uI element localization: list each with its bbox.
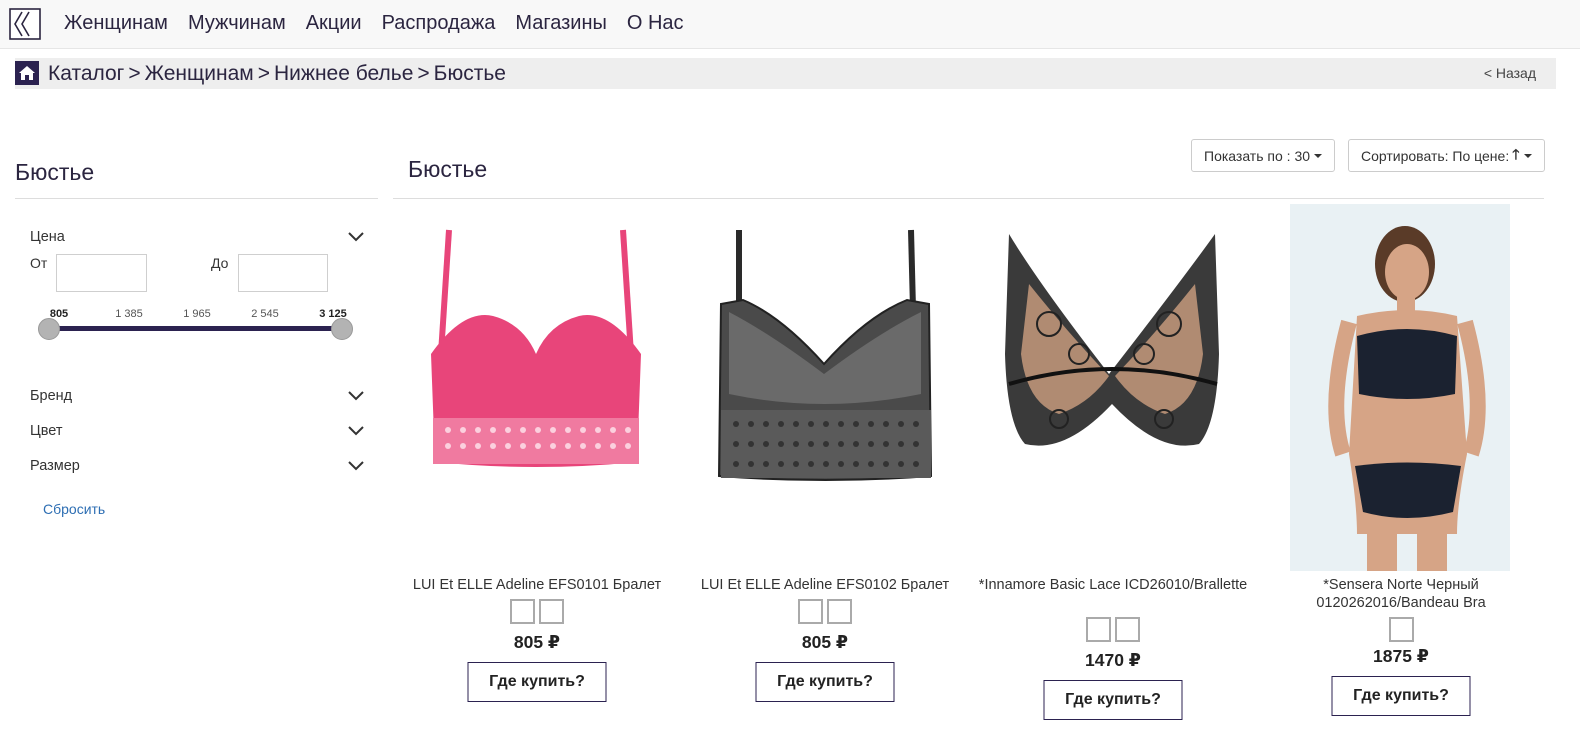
breadcrumb-underwear[interactable]: Нижнее белье — [274, 62, 413, 85]
chevron-down-icon — [348, 391, 364, 401]
where-to-buy-button[interactable]: Где купить? — [1043, 680, 1183, 720]
product-image[interactable] — [1257, 204, 1545, 572]
arrow-up-icon: 🡑 — [1512, 145, 1520, 162]
page-title: Бюстье — [408, 156, 488, 182]
chevron-down-icon — [348, 232, 364, 242]
breadcrumb-women[interactable]: Женщинам — [145, 62, 254, 85]
where-to-buy-button[interactable]: Где купить? — [467, 662, 607, 702]
product-price: 1470 ₽ — [1085, 650, 1141, 670]
breadcrumb-catalog[interactable]: Каталог — [48, 62, 124, 85]
filter-size-label: Размер — [30, 458, 80, 474]
breadcrumb-separator: > — [128, 62, 141, 85]
sort-dropdown[interactable]: Сортировать: По цене: 🡑 — [1348, 139, 1545, 172]
nav-item-stores[interactable]: Магазины — [515, 10, 607, 36]
filter-brand-header[interactable]: Бренд — [30, 388, 364, 404]
per-page-dropdown[interactable]: Показать по : 30 — [1191, 139, 1336, 172]
breadcrumb-separator: > — [417, 62, 430, 85]
brand-logo-icon[interactable] — [9, 8, 41, 40]
breadcrumb-trail: Каталог > Женщинам > Нижнее белье > Бюстье — [48, 61, 506, 87]
color-swatch[interactable] — [1115, 617, 1140, 642]
product-image[interactable] — [681, 204, 969, 572]
color-swatch[interactable] — [827, 599, 852, 624]
color-swatch[interactable] — [798, 599, 823, 624]
nav-item-about[interactable]: О Нас — [627, 10, 684, 36]
price-from-label: От — [30, 255, 48, 271]
product-image[interactable] — [969, 204, 1257, 572]
nav-menu: Женщинам Мужчинам Акции Распродажа Магаз… — [64, 10, 704, 36]
color-swatch[interactable] — [510, 599, 535, 624]
product-name[interactable]: LUI Et ELLE Adeline EFS0102 Бралет — [681, 576, 969, 594]
home-icon — [19, 66, 35, 80]
nav-item-promotions[interactable]: Акции — [306, 10, 362, 36]
per-page-label: Показать по : 30 — [1204, 147, 1311, 164]
product-price: 1875 ₽ — [1373, 646, 1429, 666]
nav-item-men[interactable]: Мужчинам — [188, 10, 286, 36]
product-name[interactable]: *Innamore Basic Lace ICD26010/Brallette — [969, 576, 1257, 594]
price-to-label: До — [211, 255, 229, 271]
filter-brand-label: Бренд — [30, 388, 73, 404]
price-slider-track[interactable] — [49, 326, 342, 331]
chevron-down-icon — [348, 426, 364, 436]
breadcrumb: Каталог > Женщинам > Нижнее белье > Бюстье < Н… — [15, 58, 1556, 89]
filter-price-label: Цена — [30, 229, 65, 245]
where-to-buy-button[interactable]: Где купить? — [755, 662, 895, 702]
product-price: 805 ₽ — [513, 632, 561, 652]
color-swatches — [681, 599, 969, 624]
filter-size-header[interactable]: Размер — [30, 458, 364, 474]
price-tick: 1 385 — [115, 308, 143, 320]
product-name[interactable]: *Sensera Norte Черный 0120262016/Bandeau… — [1257, 576, 1545, 612]
color-swatches — [969, 617, 1257, 642]
nav-item-women[interactable]: Женщинам — [64, 10, 168, 36]
filter-color-label: Цвет — [30, 423, 63, 439]
sort-label: Сортировать: По цене: — [1361, 147, 1510, 164]
price-tick: 1 965 — [183, 308, 211, 320]
price-tick: 2 545 — [251, 308, 279, 320]
top-navigation: Женщинам Мужчинам Акции Распродажа Магаз… — [0, 0, 1580, 49]
nav-item-sale[interactable]: Распродажа — [382, 10, 496, 36]
chevron-down-icon — [348, 461, 364, 471]
back-link[interactable]: < Назад — [1484, 65, 1536, 81]
filter-price-header[interactable]: Цена — [30, 229, 364, 245]
product-price: 805 ₽ — [801, 632, 849, 652]
sidebar-title: Бюстье — [15, 159, 95, 185]
color-swatch[interactable] — [1388, 617, 1414, 642]
price-from-input[interactable] — [56, 254, 147, 292]
sidebar-divider — [15, 198, 378, 199]
breadcrumb-bustier: Бюстье — [433, 62, 506, 85]
filter-color-header[interactable]: Цвет — [30, 423, 364, 439]
caret-down-icon — [1314, 153, 1323, 158]
color-swatch[interactable] — [539, 599, 564, 624]
home-button[interactable] — [15, 61, 39, 85]
price-slider-min-handle[interactable] — [38, 318, 60, 340]
product-name[interactable]: LUI Et ELLE Adeline EFS0101 Бралет — [393, 576, 681, 594]
main-divider — [393, 198, 1544, 199]
price-slider-max-handle[interactable] — [331, 318, 353, 340]
color-swatches — [393, 599, 681, 624]
color-swatch[interactable] — [1086, 617, 1111, 642]
breadcrumb-separator: > — [257, 62, 271, 85]
where-to-buy-button[interactable]: Где купить? — [1331, 676, 1471, 716]
reset-filters-link[interactable]: Сбросить — [43, 501, 105, 517]
caret-down-icon — [1523, 153, 1532, 158]
price-to-input[interactable] — [238, 254, 328, 292]
color-swatches — [1257, 617, 1545, 642]
product-image[interactable] — [393, 204, 681, 572]
